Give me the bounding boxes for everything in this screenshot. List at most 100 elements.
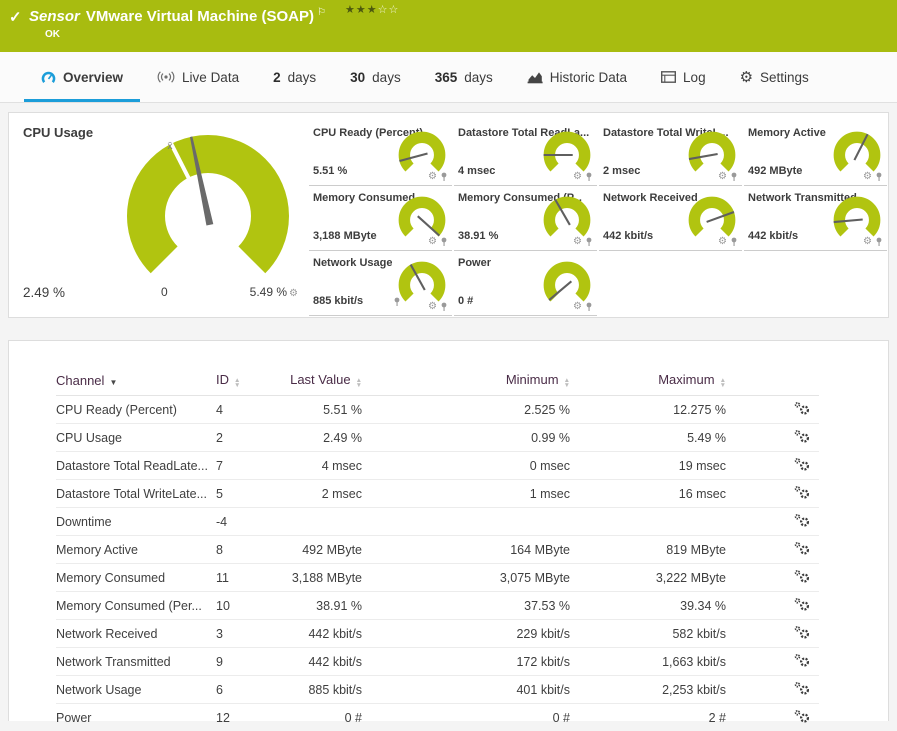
channel-name: Network Transmitted [56, 648, 216, 676]
channel-minimum: 401 kbit/s [374, 676, 582, 704]
pin-icon[interactable] [585, 302, 593, 312]
table-row[interactable]: Power 12 0 # 0 # 2 # [56, 704, 819, 731]
pin-icon[interactable] [585, 237, 593, 247]
table-row[interactable]: CPU Usage 2 2.49 % 0.99 % 5.49 % [56, 424, 819, 452]
priority-stars[interactable]: ★★★☆☆ [345, 3, 399, 16]
table-row[interactable]: CPU Ready (Percent) 4 5.51 % 2.525 % 12.… [56, 396, 819, 424]
table-row[interactable]: Datastore Total WriteLate... 5 2 msec 1 … [56, 480, 819, 508]
channel-settings-icon[interactable] [793, 709, 811, 727]
gauge-value: 4 msec [458, 165, 495, 177]
column-header-id[interactable]: ID▲▼ [216, 365, 278, 396]
flag-icon[interactable]: ⚐ [317, 7, 326, 18]
tab-live-data[interactable]: Live Data [140, 52, 256, 102]
table-row[interactable]: Network Transmitted 9 442 kbit/s 172 kbi… [56, 648, 819, 676]
gear-icon[interactable]: ⚙ [718, 172, 727, 182]
gear-icon[interactable]: ⚙ [289, 289, 298, 299]
channel-settings-icon[interactable] [793, 513, 811, 531]
gear-icon[interactable]: ⚙ [718, 237, 727, 247]
gauge-label: Power [458, 257, 491, 269]
column-header-minimum[interactable]: Minimum▲▼ [374, 365, 582, 396]
column-header-channel[interactable]: Channel▼ [56, 365, 216, 396]
tab-settings[interactable]: ⚙ Settings [723, 52, 826, 102]
channel-id: 6 [216, 676, 278, 704]
channel-settings-icon[interactable] [793, 541, 811, 559]
channel-settings-icon[interactable] [793, 569, 811, 587]
sensor-kind-label: Sensor [29, 8, 80, 25]
pin-icon[interactable] [875, 172, 883, 182]
channel-minimum: 0 msec [374, 452, 582, 480]
gauge-value: 3,188 MByte [313, 230, 377, 242]
tab-365-days[interactable]: 365 days [418, 52, 510, 102]
channel-minimum [374, 508, 582, 536]
tab-30-days[interactable]: 30 days [333, 52, 418, 102]
stars-empty[interactable]: ☆☆ [378, 4, 400, 16]
table-row[interactable]: Memory Active 8 492 MByte 164 MByte 819 … [56, 536, 819, 564]
channel-settings-icon[interactable] [793, 681, 811, 699]
pin-icon[interactable] [730, 237, 738, 247]
channel-last-value [278, 508, 374, 536]
pin-icon[interactable] [875, 237, 883, 247]
channel-last-value: 885 kbit/s [278, 676, 374, 704]
tab-label: Live Data [182, 70, 239, 85]
pin-icon[interactable] [440, 302, 448, 312]
channel-maximum: 16 msec [582, 480, 737, 508]
channel-settings-icon[interactable] [793, 457, 811, 475]
channel-minimum: 0 # [374, 704, 582, 731]
channel-settings-icon[interactable] [793, 485, 811, 503]
tab-log[interactable]: Log [644, 52, 723, 102]
sensor-title: Sensor VMware Virtual Machine (SOAP)⚐ [29, 7, 326, 25]
channel-name: Memory Consumed [56, 564, 216, 592]
table-row[interactable]: Network Received 3 442 kbit/s 229 kbit/s… [56, 620, 819, 648]
tab-number: 2 [273, 70, 281, 85]
channel-id: 3 [216, 620, 278, 648]
channel-settings-icon[interactable] [793, 625, 811, 643]
gauge-value: 5.51 % [313, 165, 347, 177]
table-row[interactable]: Downtime -4 [56, 508, 819, 536]
column-header-maximum[interactable]: Maximum▲▼ [582, 365, 737, 396]
sensor-name: VMware Virtual Machine (SOAP) [86, 8, 314, 25]
tab-historic-data[interactable]: Historic Data [510, 52, 644, 102]
channel-settings-icon[interactable] [793, 653, 811, 671]
pin-icon[interactable] [440, 172, 448, 182]
pin-icon[interactable] [730, 172, 738, 182]
tab-label: days [372, 70, 401, 85]
gear-icon[interactable]: ⚙ [573, 237, 582, 247]
channel-last-value: 442 kbit/s [278, 648, 374, 676]
sort-icon: ▲▼ [234, 379, 240, 388]
tab-2-days[interactable]: 2 days [256, 52, 333, 102]
tab-label: Settings [760, 70, 809, 85]
sensor-header-bar: ✓ SensorVMware Virtual Machine (SOAP)⚐ ★… [0, 0, 897, 52]
table-row[interactable]: Datastore Total ReadLate... 7 4 msec 0 m… [56, 452, 819, 480]
channel-name: CPU Usage [56, 424, 216, 452]
gear-icon[interactable]: ⚙ [428, 302, 437, 312]
gear-icon[interactable]: ⚙ [863, 172, 872, 182]
gear-icon[interactable]: ⚙ [573, 172, 582, 182]
pin-icon[interactable] [440, 237, 448, 247]
gear-icon[interactable]: ⚙ [573, 302, 582, 312]
column-header-last-value[interactable]: Last Value▲▼ [278, 365, 374, 396]
table-row[interactable]: Memory Consumed (Per... 10 38.91 % 37.53… [56, 592, 819, 620]
sort-icon: ▲▼ [564, 379, 570, 388]
table-row[interactable]: Memory Consumed 11 3,188 MByte 3,075 MBy… [56, 564, 819, 592]
table-row[interactable]: Network Usage 6 885 kbit/s 401 kbit/s 2,… [56, 676, 819, 704]
channel-minimum: 164 MByte [374, 536, 582, 564]
channel-settings-icon[interactable] [793, 597, 811, 615]
sort-icon: ▲▼ [356, 379, 362, 388]
channel-maximum: 2 # [582, 704, 737, 731]
channel-maximum: 39.34 % [582, 592, 737, 620]
tab-overview[interactable]: Overview [24, 52, 140, 102]
gear-icon[interactable]: ⚙ [428, 237, 437, 247]
tab-label: Historic Data [550, 70, 627, 85]
gauge-value: 2 msec [603, 165, 640, 177]
channel-name: Network Received [56, 620, 216, 648]
pin-icon[interactable] [585, 172, 593, 182]
channel-name: Memory Consumed (Per... [56, 592, 216, 620]
stars-filled[interactable]: ★★★ [345, 4, 378, 16]
channel-settings-icon[interactable] [793, 401, 811, 419]
gear-icon[interactable]: ⚙ [428, 172, 437, 182]
gear-icon[interactable]: ⚙ [863, 237, 872, 247]
live-data-icon [157, 71, 175, 83]
channel-name: Memory Active [56, 536, 216, 564]
channels-panel: Channel▼ ID▲▼ Last Value▲▼ Minimum▲▼ Max… [8, 340, 889, 721]
channel-settings-icon[interactable] [793, 429, 811, 447]
